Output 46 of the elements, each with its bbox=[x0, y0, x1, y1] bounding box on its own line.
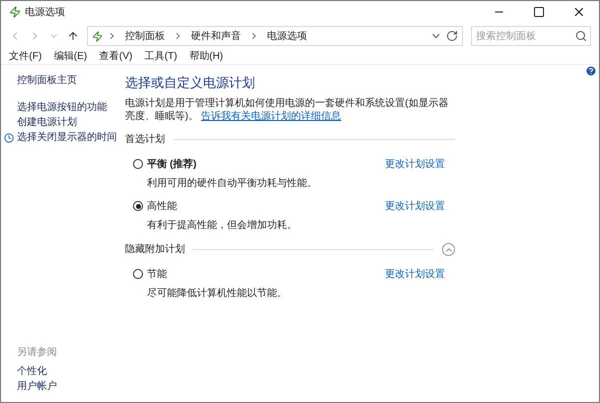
maximize-icon bbox=[533, 6, 545, 18]
description: 电源计划是用于管理计算机如何使用电源的一套硬件和系统设置(如显示器亮度、睡眠等)。 告诉我有关电源计划的详细信息 bbox=[125, 96, 450, 122]
menu-item[interactable]: 编辑(E) bbox=[50, 49, 92, 64]
plan-name: 平衡 (推荐) bbox=[147, 158, 196, 172]
breadcrumb[interactable]: 控制面板 bbox=[121, 28, 169, 44]
plan-description: 尽可能降低计算机性能以节能。 bbox=[147, 286, 288, 300]
menu-item[interactable]: 查看(V) bbox=[95, 49, 136, 64]
radio-button[interactable] bbox=[133, 201, 143, 211]
power-icon bbox=[92, 30, 103, 42]
group-title: 首选计划 bbox=[125, 132, 165, 147]
breadcrumb[interactable]: 硬件和声音 bbox=[187, 28, 245, 44]
menu-item[interactable]: 文件(F) bbox=[5, 49, 46, 64]
up-arrow-icon bbox=[67, 30, 79, 42]
see-also-heading: 另请参阅 bbox=[17, 346, 58, 360]
power-icon bbox=[9, 6, 21, 18]
plan-name: 节能 bbox=[147, 268, 167, 282]
search-icon bbox=[575, 30, 587, 42]
sidebar-link[interactable]: 个性化 bbox=[17, 364, 125, 379]
breadcrumb[interactable]: 电源选项 bbox=[263, 28, 311, 44]
close-icon bbox=[572, 5, 586, 19]
plan-description: 有利于提高性能，但会增加功耗。 bbox=[147, 218, 298, 232]
window-title: 电源选项 bbox=[25, 6, 65, 20]
sidebar-link[interactable]: 创建电源计划 bbox=[17, 115, 77, 130]
change-plan-link[interactable]: 更改计划设置 bbox=[385, 266, 445, 280]
radio-button[interactable] bbox=[133, 159, 143, 169]
refresh-icon[interactable] bbox=[446, 30, 458, 42]
sidebar-link[interactable]: 选择关闭显示器的时间 bbox=[17, 130, 117, 145]
menu-item[interactable]: 帮助(H) bbox=[185, 49, 228, 64]
help-icon[interactable] bbox=[585, 65, 597, 77]
change-plan-link[interactable]: 更改计划设置 bbox=[385, 198, 445, 212]
plan-description: 利用可用的硬件自动平衡功耗与性能。 bbox=[147, 176, 318, 190]
clock-icon bbox=[4, 132, 14, 142]
sidebar-link[interactable]: 用户帐户 bbox=[17, 379, 125, 394]
address-field[interactable]: 控制面板 硬件和声音 电源选项 bbox=[87, 26, 463, 46]
sidebar-link[interactable]: 控制面板主页 bbox=[17, 73, 77, 88]
collapse-button[interactable] bbox=[442, 243, 455, 256]
sidebar-link[interactable]: 选择电源按钮的功能 bbox=[17, 100, 107, 115]
group-title: 隐藏附加计划 bbox=[125, 242, 185, 257]
menu-item[interactable]: 工具(T) bbox=[140, 49, 182, 64]
search-field[interactable]: 搜索控制面板 bbox=[471, 26, 591, 46]
info-link[interactable]: 告诉我有关电源计划的详细信息 bbox=[201, 110, 342, 122]
change-plan-link[interactable]: 更改计划设置 bbox=[385, 156, 445, 170]
plan-name: 高性能 bbox=[147, 200, 177, 214]
radio-button[interactable] bbox=[133, 269, 143, 279]
page-heading: 选择或自定义电源计划 bbox=[125, 74, 256, 92]
up-button[interactable] bbox=[67, 30, 79, 42]
